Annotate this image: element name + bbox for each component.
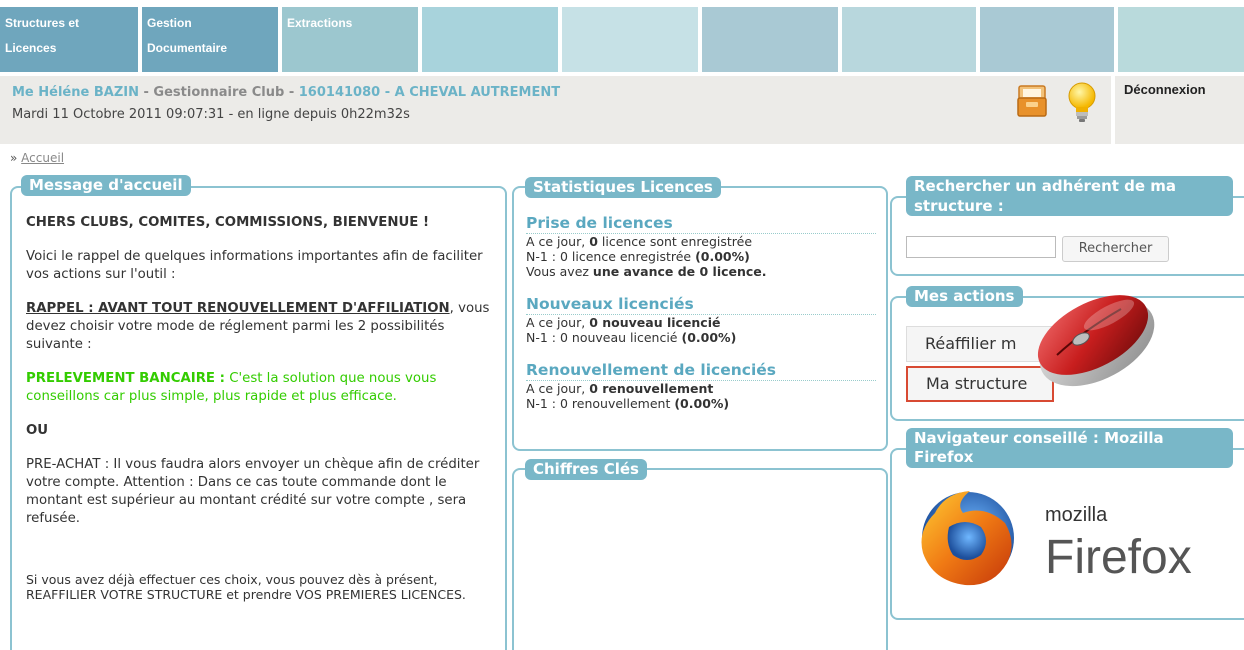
stats-text: Vous avez	[526, 264, 593, 279]
rappel-heading: RAPPEL : AVANT TOUT RENOUVELLEMENT D'AFF…	[26, 301, 450, 316]
session-datetime: Mardi 11 Octobre 2011 09:07:31 - en lign…	[12, 107, 410, 122]
stats-section: Renouvellement de licenciés A ce jour, 0…	[526, 361, 876, 411]
stats-value: 0 renouvellement	[589, 381, 714, 396]
stats-line: N-1 : 0 licence enregistrée (0.00%)	[526, 249, 876, 264]
separator: -	[380, 85, 395, 100]
welcome-prelevement: PRELEVEMENT BANCAIRE : C'est la solution…	[26, 370, 496, 406]
breadcrumb-home-link[interactable]: Accueil	[21, 151, 64, 165]
stats-text: licence sont enregistrée	[597, 234, 753, 249]
lightbulb-icon[interactable]	[1065, 80, 1099, 124]
logout-link[interactable]: Déconnexion	[1124, 82, 1206, 97]
welcome-intro: Voici le rappel de quelques informations…	[26, 249, 483, 282]
nav-tile-empty	[422, 7, 558, 72]
stats-value: une avance de 0 licence.	[592, 264, 767, 279]
stats-text: A ce jour,	[526, 381, 590, 396]
stats-value: (0.00%)	[681, 330, 737, 345]
stats-line: N-1 : 0 renouvellement (0.00%)	[526, 396, 876, 411]
nav-tile-extractions[interactable]: Extractions	[282, 7, 418, 72]
member-search-input[interactable]	[906, 236, 1056, 258]
key-figures-panel-title: Chiffres Clés	[525, 459, 647, 480]
welcome-panel-title: Message d'accueil	[21, 175, 191, 196]
stats-heading[interactable]: Prise de licences	[526, 214, 876, 234]
browser-recommendation-title: Navigateur conseillé : Mozilla Firefox	[906, 428, 1233, 468]
stats-value: (0.00%)	[674, 396, 730, 411]
stats-text: A ce jour,	[526, 315, 590, 330]
stats-value: (0.00%)	[695, 249, 750, 264]
stats-text: N-1 : 0 licence enregistrée	[526, 249, 696, 264]
nav-tile-empty	[842, 7, 976, 72]
stats-value: 0 nouveau licencié	[589, 315, 721, 330]
nav-tile-empty	[702, 7, 838, 72]
stats-content: Prise de licences A ce jour, 0 licence s…	[526, 214, 876, 427]
user-info-line: Me Héléne BAZIN - Gestionnaire Club - 16…	[12, 85, 560, 100]
actions-panel-title: Mes actions	[906, 286, 1023, 307]
firefox-logo-small: mozilla	[1045, 504, 1108, 526]
welcome-preachat: PRE-ACHAT : Il vous faudra alors envoyer…	[26, 457, 480, 526]
stats-section: Nouveaux licenciés A ce jour, 0 nouveau …	[526, 295, 876, 345]
prelevement-heading: PRELEVEMENT BANCAIRE :	[26, 371, 225, 386]
welcome-message: CHERS CLUBS, COMITES, COMMISSIONS, BIENV…	[26, 214, 496, 618]
stats-line: Vous avez une avance de 0 licence.	[526, 264, 876, 279]
stats-line: N-1 : 0 nouveau licencié (0.00%)	[526, 330, 876, 345]
welcome-or: OU	[26, 423, 49, 438]
club-name: A CHEVAL AUTREMENT	[394, 85, 561, 100]
key-figures-panel	[512, 468, 888, 650]
separator: -	[138, 85, 154, 100]
nav-tile-empty	[980, 7, 1114, 72]
stats-heading[interactable]: Nouveaux licenciés	[526, 295, 876, 315]
stats-panel-title: Statistiques Licences	[525, 177, 721, 198]
firefox-logo[interactable]: mozilla Firefox	[915, 483, 1225, 593]
computer-mouse-icon	[1037, 295, 1155, 387]
breadcrumb-prefix: »	[10, 151, 18, 165]
top-navigation: Structures et Licences Gestion Documenta…	[0, 7, 1244, 72]
stats-text: N-1 : 0 nouveau licencié	[526, 330, 682, 345]
welcome-greeting: CHERS CLUBS, COMITES, COMMISSIONS, BIENV…	[26, 215, 430, 230]
nav-tile-empty	[1118, 7, 1244, 72]
welcome-rappel: RAPPEL : AVANT TOUT RENOUVELLEMENT D'AFF…	[26, 300, 496, 354]
nav-tile-empty	[562, 7, 698, 72]
nav-tile-label: Gestion Documentaire	[147, 16, 228, 55]
stats-value: 0	[589, 234, 598, 249]
user-header: Me Héléne BAZIN - Gestionnaire Club - 16…	[0, 76, 1111, 144]
stats-line: A ce jour, 0 licence sont enregistrée	[526, 234, 876, 249]
separator: -	[284, 85, 299, 100]
nav-tile-label: Extractions	[287, 16, 353, 30]
breadcrumb: » Accueil	[10, 151, 64, 165]
user-role: Gestionnaire Club	[153, 85, 285, 100]
nav-tile-label: Structures et Licences	[5, 16, 80, 55]
logout-area: Déconnexion	[1115, 76, 1244, 144]
welcome-closing: Si vous avez déjà effectuer ces choix, v…	[26, 572, 466, 602]
search-button[interactable]: Rechercher	[1062, 236, 1169, 262]
member-search-title: Rechercher un adhérent de ma structure :	[906, 176, 1233, 216]
stats-heading[interactable]: Renouvellement de licenciés	[526, 361, 876, 381]
stats-line: A ce jour, 0 renouvellement	[526, 381, 876, 396]
user-name: Me Héléne BAZIN	[12, 85, 139, 100]
inbox-tray-icon[interactable]	[1017, 84, 1047, 118]
stats-text: N-1 : 0 renouvellement	[526, 396, 675, 411]
nav-tile-documents[interactable]: Gestion Documentaire	[142, 7, 278, 72]
stats-line: A ce jour, 0 nouveau licencié	[526, 315, 876, 330]
nav-tile-structures[interactable]: Structures et Licences	[0, 7, 138, 72]
club-id: 160141080	[298, 85, 381, 100]
firefox-logo-big: Firefox	[1045, 531, 1192, 584]
stats-text: A ce jour,	[526, 234, 590, 249]
stats-section: Prise de licences A ce jour, 0 licence s…	[526, 214, 876, 279]
